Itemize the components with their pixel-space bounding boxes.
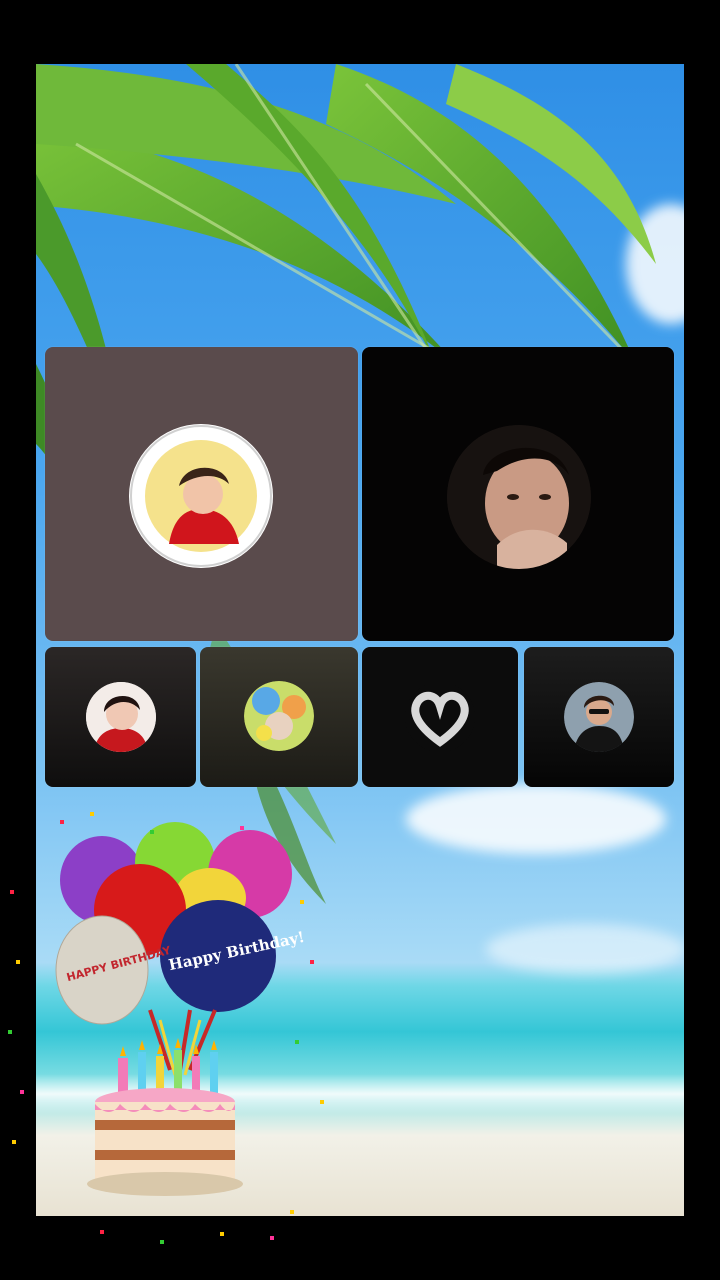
participant-tile-guest-1[interactable] — [362, 347, 674, 641]
user-avatar-sunglasses[interactable] — [564, 682, 634, 752]
cloud — [486, 924, 684, 974]
participant-tile-guest-4[interactable] — [362, 647, 518, 787]
user-avatar-red-shirt[interactable] — [129, 424, 273, 568]
participant-tile-guest-3[interactable] — [200, 647, 358, 787]
heart-hands-icon[interactable] — [405, 682, 475, 752]
birthday-balloons-cake-sticker: HAPPY BIRTHDAY Happy Birthday! — [55, 822, 306, 1196]
participant-tile-host[interactable] — [45, 347, 358, 641]
participant-tile-guest-5[interactable] — [524, 647, 674, 787]
user-avatar-colorful[interactable] — [244, 681, 314, 751]
user-avatar-woman[interactable] — [86, 682, 156, 752]
user-avatar-dark-hair[interactable] — [447, 425, 591, 569]
participant-tile-guest-2[interactable] — [45, 647, 196, 787]
